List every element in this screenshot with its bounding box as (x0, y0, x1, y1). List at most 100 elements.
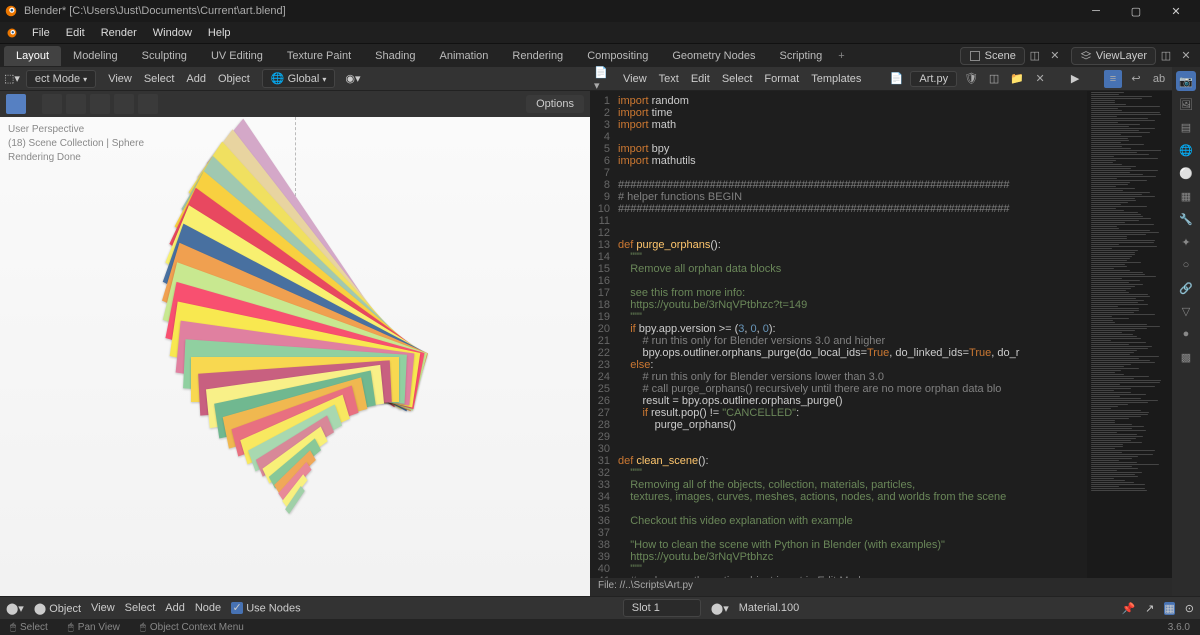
viewport-toolbar: Options (0, 91, 590, 117)
tab-texture-paint[interactable]: Texture Paint (275, 46, 363, 66)
node-editor-header: ⬤▾ ⬤ Object View Select Add Node ✓ Use Node… (0, 596, 1200, 619)
overlay-dropdown[interactable]: ⊙ (1185, 602, 1194, 615)
texteditor-header: 📄▾ ViewTextEditSelectFormatTemplates 📄 A… (590, 67, 1172, 91)
shield-icon[interactable]: 🛡 (962, 70, 980, 88)
node-menu-select[interactable]: Select (125, 602, 156, 614)
node-menu-view[interactable]: View (91, 602, 115, 614)
vp-menu-select[interactable]: Select (138, 71, 181, 87)
tab-rendering[interactable]: Rendering (500, 46, 575, 66)
new-scene-button[interactable]: ◫ (1025, 46, 1045, 66)
viewlayer-props-icon[interactable]: ▤ (1176, 117, 1196, 137)
tab-modeling[interactable]: Modeling (61, 46, 130, 66)
data-props-icon[interactable]: ▽ (1176, 301, 1196, 321)
tab-scripting[interactable]: Scripting (767, 46, 834, 66)
menu-help[interactable]: Help (200, 24, 239, 42)
tab-uv-editing[interactable]: UV Editing (199, 46, 275, 66)
te-menu-select[interactable]: Select (716, 71, 759, 87)
menu-window[interactable]: Window (145, 24, 200, 42)
te-menu-view[interactable]: View (617, 71, 653, 87)
node-type-icon[interactable]: ⬤ Object (34, 602, 81, 615)
browse-text-icon[interactable]: 📄 (887, 70, 905, 88)
physics-props-icon[interactable]: ○ (1176, 255, 1196, 275)
mode-dropdown[interactable]: ect Mode (26, 70, 96, 88)
vp-menu-add[interactable]: Add (180, 71, 212, 87)
tool4-icon[interactable] (114, 94, 134, 114)
tab-animation[interactable]: Animation (428, 46, 501, 66)
viewport-header: ⬚▾ ect Mode ViewSelectAddObject 🌐 Global… (0, 67, 590, 91)
options-dropdown[interactable]: Options (526, 95, 584, 113)
material-icon[interactable]: ⬤▾ (711, 602, 729, 615)
node-menu-add[interactable]: Add (165, 602, 185, 614)
snap-icon[interactable]: ◉▾ (345, 72, 360, 85)
output-props-icon[interactable]: 🖼 (1176, 94, 1196, 114)
tab-geometry-nodes[interactable]: Geometry Nodes (660, 46, 767, 66)
menu-edit[interactable]: Edit (58, 24, 93, 42)
viewport-canvas[interactable]: User Perspective (18) Scene Collection |… (0, 117, 590, 596)
te-menu-format[interactable]: Format (758, 71, 805, 87)
constraint-props-icon[interactable]: 🔗 (1176, 278, 1196, 298)
tab-shading[interactable]: Shading (363, 46, 427, 66)
material-props-icon[interactable]: ● (1176, 324, 1196, 344)
minimize-button[interactable]: ─ (1076, 0, 1116, 22)
select-circle-icon[interactable] (66, 94, 86, 114)
delete-scene-button[interactable]: ✕ (1045, 46, 1065, 66)
code-content[interactable]: import random import time import math im… (614, 91, 1087, 578)
viewport-overlay-text: User Perspective (18) Scene Collection |… (8, 123, 144, 165)
new-text-icon[interactable]: ◫ (985, 70, 1003, 88)
scene-selector[interactable]: Scene (960, 47, 1025, 65)
backdrop-icon[interactable]: ▦ (1164, 602, 1174, 615)
texture-props-icon[interactable]: ▩ (1176, 347, 1196, 367)
status-bar: 🖱Select 🖱Pan View 🖱Object Context Menu 3… (0, 619, 1200, 635)
editor-type-icon[interactable]: 📄▾ (594, 70, 612, 88)
slot-selector[interactable]: Slot 1 (623, 599, 701, 617)
orientation-dropdown[interactable]: 🌐 Global (262, 69, 336, 88)
world-props-icon[interactable]: ⚪ (1176, 163, 1196, 183)
menu-render[interactable]: Render (93, 24, 145, 42)
close-button[interactable]: ✕ (1156, 0, 1196, 22)
te-menu-templates[interactable]: Templates (805, 71, 867, 87)
new-viewlayer-button[interactable]: ◫ (1156, 46, 1176, 66)
code-minimap[interactable] (1087, 91, 1172, 578)
open-text-icon[interactable]: 📁 (1008, 70, 1026, 88)
te-menu-text[interactable]: Text (653, 71, 685, 87)
viewport-3d: ⬚▾ ect Mode ViewSelectAddObject 🌐 Global… (0, 67, 590, 596)
modifier-props-icon[interactable]: 🔧 (1176, 209, 1196, 229)
select-box-icon[interactable] (42, 94, 62, 114)
editor-type-icon[interactable]: ⬤▾ (6, 602, 24, 615)
delete-viewlayer-button[interactable]: ✕ (1176, 46, 1196, 66)
vp-menu-object[interactable]: Object (212, 71, 256, 87)
viewlayer-selector[interactable]: ViewLayer (1071, 47, 1156, 65)
material-name[interactable]: Material.100 (739, 602, 800, 614)
syntax-highlight-icon[interactable]: ab (1150, 70, 1168, 88)
scene-props-icon[interactable]: 🌐 (1176, 140, 1196, 160)
tab-sculpting[interactable]: Sculpting (130, 46, 199, 66)
editor-type-icon[interactable]: ⬚▾ (4, 72, 20, 85)
use-nodes-checkbox[interactable]: ✓ Use Nodes (231, 602, 300, 615)
run-script-button[interactable]: ▶ (1065, 69, 1085, 89)
node-menu-node[interactable]: Node (195, 602, 221, 614)
maximize-button[interactable]: ▢ (1116, 0, 1156, 22)
particle-props-icon[interactable]: ✦ (1176, 232, 1196, 252)
select-lasso-icon[interactable] (90, 94, 110, 114)
text-editor: 📄▾ ViewTextEditSelectFormatTemplates 📄 A… (590, 67, 1172, 596)
text-filename[interactable]: Art.py (910, 71, 957, 87)
tool5-icon[interactable] (138, 94, 158, 114)
vp-menu-view[interactable]: View (102, 71, 138, 87)
line-numbers-icon[interactable]: ≡ (1104, 70, 1122, 88)
word-wrap-icon[interactable]: ↩ (1127, 70, 1145, 88)
menu-file[interactable]: File (24, 24, 58, 42)
arrow-icon[interactable]: ↗ (1145, 602, 1154, 615)
cursor-tool-icon[interactable] (6, 94, 26, 114)
texteditor-footer: File: //..\Scripts\Art.py (590, 578, 1172, 596)
layer-icon (1080, 50, 1092, 62)
pin-icon[interactable]: 📌 (1121, 602, 1135, 615)
status-context: 🖱Object Context Menu (140, 622, 244, 633)
unlink-text-icon[interactable]: ✕ (1031, 70, 1049, 88)
render-props-icon[interactable]: 📷 (1176, 71, 1196, 91)
te-menu-edit[interactable]: Edit (685, 71, 716, 87)
tab-layout[interactable]: Layout (4, 46, 61, 66)
tab-compositing[interactable]: Compositing (575, 46, 660, 66)
add-workspace-button[interactable]: + (838, 50, 844, 62)
object-props-icon[interactable]: ▦ (1176, 186, 1196, 206)
window-title: Blender* [C:\Users\Just\Documents\Curren… (24, 5, 1076, 17)
